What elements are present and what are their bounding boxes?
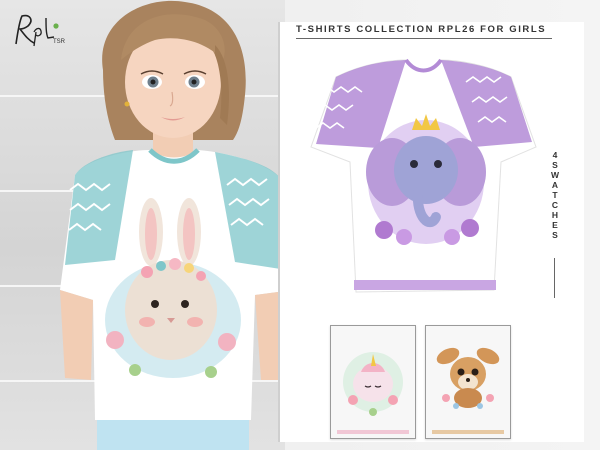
main-swatch-elephant-tshirt[interactable] — [306, 52, 538, 302]
swatch-label-char: T — [552, 190, 558, 200]
collection-title: T-SHIRTS COLLECTION RPL26 FOR GIRLS — [296, 24, 547, 35]
swatch-thumb-fawn[interactable] — [425, 325, 511, 439]
swatch-label-char: S — [552, 230, 558, 240]
swatch-label-char: E — [552, 220, 558, 230]
preview-canvas: TSR T-SHIRTS COLLECTION RPL26 FOR GIRLS … — [0, 0, 600, 450]
swatch-label-char: H — [551, 210, 559, 220]
model-girl-image — [55, 0, 295, 450]
swatches-count-label: 4 S W A T C H E S — [548, 150, 562, 300]
swatch-label-char: A — [551, 180, 559, 190]
swatch-label-char: S — [552, 160, 558, 170]
swatch-thumb-unicorn[interactable] — [330, 325, 416, 439]
swatch-label-char: 4 — [552, 150, 558, 160]
swatch-label-char: W — [550, 170, 560, 180]
swatch-label-line — [554, 258, 555, 298]
swatch-label-char: C — [551, 200, 559, 210]
title-underline — [296, 38, 552, 39]
